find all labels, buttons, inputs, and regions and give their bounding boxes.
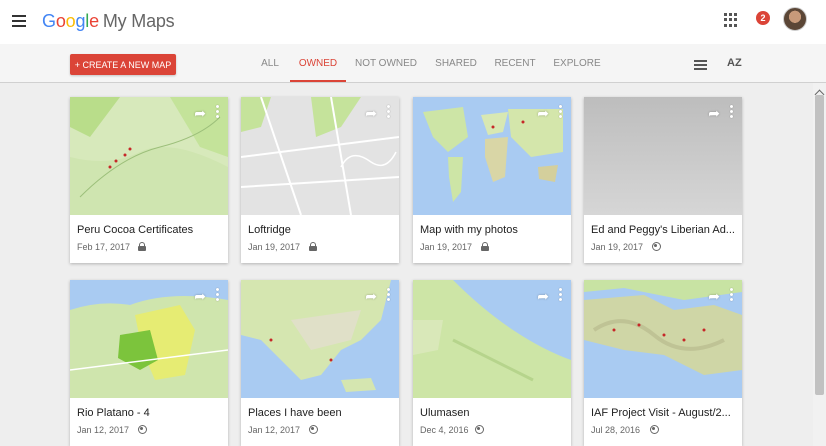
map-date: Jan 12, 2017 — [77, 425, 130, 435]
logo-letter: g — [75, 11, 86, 31]
share-icon[interactable]: ➦ — [194, 105, 206, 122]
map-date: Jan 19, 2017 — [591, 242, 644, 252]
more-options-icon[interactable] — [216, 105, 220, 119]
app-header: Google My Maps 2 — [0, 0, 826, 44]
logo-letter: G — [42, 11, 56, 31]
app-name: My Maps — [102, 11, 175, 31]
logo-letter: e — [89, 11, 99, 31]
share-icon[interactable]: ➦ — [365, 288, 377, 305]
map-date: Jan 19, 2017 — [248, 242, 301, 252]
share-icon[interactable]: ➦ — [194, 288, 206, 305]
share-icon[interactable]: ➦ — [537, 105, 549, 122]
globe-icon — [475, 425, 484, 436]
globe-icon — [650, 425, 659, 436]
map-card[interactable]: ➦ Places I have been Jan 12, 2017 — [241, 280, 399, 446]
map-title: Rio Platano - 4 — [77, 407, 150, 419]
map-date: Jul 28, 2016 — [591, 425, 641, 435]
map-date: Dec 4, 2016 — [420, 425, 469, 435]
app-logo[interactable]: Google My Maps — [42, 11, 175, 32]
more-options-icon[interactable] — [216, 288, 220, 302]
map-card[interactable]: ➦ Ed and Peggy's Liberian Ad... Jan 19, … — [584, 97, 742, 263]
map-title: Loftridge — [248, 224, 291, 236]
map-title: Places I have been — [248, 407, 342, 419]
map-title: Ulumasen — [420, 407, 470, 419]
map-date: Jan 12, 2017 — [248, 425, 301, 435]
map-date: Jan 19, 2017 — [420, 242, 473, 252]
more-options-icon[interactable] — [387, 105, 391, 119]
list-view-icon[interactable] — [694, 60, 707, 70]
tab-recent[interactable]: RECENT — [490, 44, 540, 82]
logo-letter: o — [55, 11, 66, 31]
logo-letter: o — [65, 11, 76, 31]
map-card[interactable]: ➦ Ulumasen Dec 4, 2016 — [413, 280, 571, 446]
globe-icon — [652, 242, 661, 253]
tab-not-owned[interactable]: NOT OWNED — [352, 44, 420, 82]
notification-badge[interactable]: 2 — [756, 11, 770, 25]
scrollbar[interactable] — [813, 83, 826, 446]
more-options-icon[interactable] — [559, 105, 563, 119]
toolbar: + CREATE A NEW MAP ALL OWNED NOT OWNED S… — [0, 44, 826, 83]
lock-icon — [309, 242, 317, 253]
menu-icon[interactable] — [12, 15, 26, 27]
globe-icon — [309, 425, 318, 436]
more-options-icon[interactable] — [559, 288, 563, 302]
map-card[interactable]: ➦ Loftridge Jan 19, 2017 — [241, 97, 399, 263]
tab-shared[interactable]: SHARED — [430, 44, 482, 82]
map-card[interactable]: ➦ Peru Cocoa Certificates Feb 17, 2017 — [70, 97, 228, 263]
more-options-icon[interactable] — [730, 288, 734, 302]
map-card[interactable]: ➦ Map with my photos Jan 19, 2017 — [413, 97, 571, 263]
apps-grid-icon[interactable] — [724, 13, 738, 27]
sort-az-icon[interactable]: AZ — [727, 57, 742, 69]
avatar[interactable] — [783, 7, 807, 31]
globe-icon — [138, 425, 147, 436]
more-options-icon[interactable] — [730, 105, 734, 119]
more-options-icon[interactable] — [387, 288, 391, 302]
tab-explore[interactable]: EXPLORE — [550, 44, 604, 82]
map-title: Ed and Peggy's Liberian Ad... — [591, 224, 735, 236]
lock-icon — [138, 242, 146, 253]
map-title: Peru Cocoa Certificates — [77, 224, 194, 236]
map-card[interactable]: ➦ IAF Project Visit - August/2... Jul 28… — [584, 280, 742, 446]
share-icon[interactable]: ➦ — [537, 288, 549, 305]
share-icon[interactable]: ➦ — [708, 288, 720, 305]
share-icon[interactable]: ➦ — [365, 105, 377, 122]
tab-owned[interactable]: OWNED — [290, 44, 346, 82]
scroll-thumb[interactable] — [815, 95, 824, 395]
share-icon[interactable]: ➦ — [708, 105, 720, 122]
map-title: IAF Project Visit - August/2... — [591, 407, 731, 419]
lock-icon — [481, 242, 489, 253]
create-map-button[interactable]: + CREATE A NEW MAP — [70, 54, 176, 75]
tab-all[interactable]: ALL — [254, 44, 286, 82]
map-title: Map with my photos — [420, 224, 518, 236]
map-date: Feb 17, 2017 — [77, 242, 131, 252]
map-card[interactable]: ➦ Rio Platano - 4 Jan 12, 2017 — [70, 280, 228, 446]
